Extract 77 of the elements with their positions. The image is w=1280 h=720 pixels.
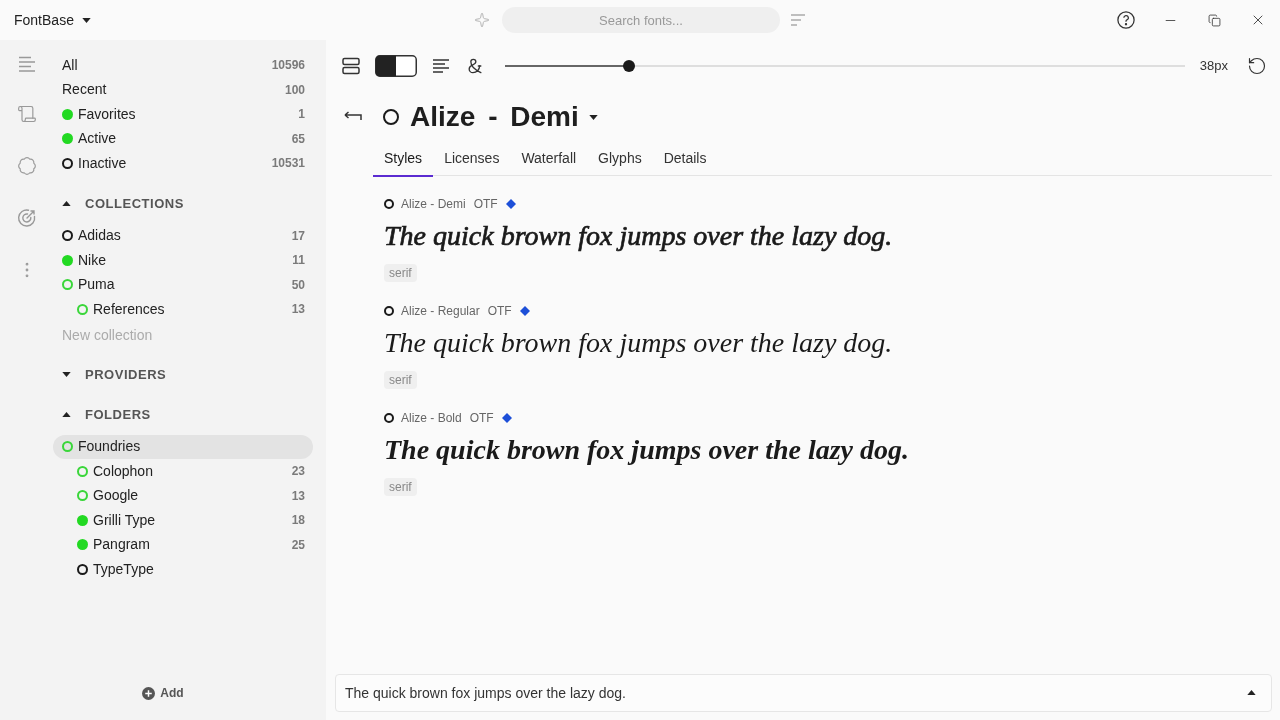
style-name: Alize - Demi bbox=[401, 196, 466, 213]
caret-down-icon[interactable] bbox=[62, 372, 71, 377]
item-count: 100 bbox=[284, 81, 305, 99]
caret-down-icon[interactable] bbox=[588, 114, 598, 120]
item-count: 13 bbox=[291, 301, 305, 319]
format-label: OTF bbox=[473, 196, 498, 213]
style-name: Alize - Regular bbox=[401, 303, 480, 320]
sidebar-item[interactable]: Puma 50 bbox=[53, 272, 313, 297]
target-icon[interactable] bbox=[16, 208, 37, 228]
add-button[interactable]: Add bbox=[142, 684, 184, 702]
font-size-slider[interactable] bbox=[505, 60, 1185, 72]
item-count: 11 bbox=[292, 252, 305, 270]
item-count: 13 bbox=[291, 487, 305, 505]
section-header[interactable]: COLLECTIONS bbox=[53, 191, 313, 216]
restore-icon[interactable] bbox=[1207, 13, 1221, 27]
category-tag: serif bbox=[384, 478, 417, 496]
scroll-icon[interactable] bbox=[16, 104, 37, 124]
diamond-icon bbox=[505, 199, 516, 209]
category-tag: serif bbox=[384, 264, 417, 282]
item-count: 10531 bbox=[271, 155, 305, 173]
sidebar-item[interactable]: TypeType bbox=[53, 557, 313, 582]
caret-up-icon[interactable] bbox=[62, 412, 71, 417]
reset-icon[interactable] bbox=[1247, 56, 1267, 76]
half-filled-toggle-icon[interactable] bbox=[375, 55, 417, 77]
tab[interactable]: Licenses bbox=[433, 142, 511, 177]
slider-thumb[interactable] bbox=[623, 60, 636, 72]
sidebar-item[interactable]: Recent 100 bbox=[53, 77, 313, 102]
tab[interactable]: Details bbox=[652, 142, 718, 177]
caret-up-icon[interactable] bbox=[1247, 690, 1256, 695]
size-reading: 38px bbox=[1199, 57, 1228, 76]
sidebar-item[interactable]: Colophon 23 bbox=[53, 459, 313, 484]
sidebar-item[interactable]: Google 13 bbox=[53, 483, 313, 508]
preview-text-field[interactable]: The quick brown fox jumps over the lazy dog. bbox=[335, 674, 1272, 712]
sidebar-item[interactable]: Foundries bbox=[53, 434, 313, 459]
item-count: 18 bbox=[291, 512, 305, 530]
sidebar-item[interactable]: Active 65 bbox=[53, 126, 313, 151]
diamond-icon bbox=[501, 413, 512, 423]
item-count: 10596 bbox=[271, 57, 305, 75]
font-sample: The quick brown fox jumps over the lazy dog. bbox=[384, 326, 893, 360]
sidebar-item[interactable]: Adidas 17 bbox=[53, 223, 313, 248]
font-sample: The quick brown fox jumps over the lazy dog. bbox=[384, 433, 909, 467]
sidebar-item[interactable]: Nike 11 bbox=[53, 248, 313, 273]
new-collection-field[interactable]: New collection bbox=[53, 322, 193, 347]
style-name: Alize - Bold bbox=[401, 410, 462, 427]
item-count: 65 bbox=[291, 130, 305, 148]
diamond-icon bbox=[519, 306, 530, 316]
format-label: OTF bbox=[487, 303, 512, 320]
help-icon[interactable] bbox=[1117, 11, 1135, 29]
tab[interactable]: Styles bbox=[373, 142, 434, 177]
app-menu-button[interactable]: FontBase bbox=[14, 9, 91, 31]
font-title: Alize - Demi bbox=[410, 103, 579, 131]
rows-view-icon[interactable] bbox=[341, 56, 361, 76]
sidebar-item[interactable]: References 13 bbox=[53, 297, 313, 322]
font-sample: The quick brown fox jumps over the lazy dog. bbox=[384, 219, 893, 253]
back-arrow-icon[interactable] bbox=[343, 111, 363, 123]
sidebar-item[interactable]: Pangram 25 bbox=[53, 532, 313, 557]
item-count: 17 bbox=[291, 227, 305, 245]
search-field[interactable]: Search fonts... bbox=[502, 7, 780, 33]
sidebar-item[interactable]: Favorites 1 bbox=[53, 102, 313, 127]
section-header[interactable]: FOLDERS bbox=[53, 402, 313, 427]
item-count: 23 bbox=[291, 463, 305, 481]
item-count: 1 bbox=[298, 106, 305, 124]
caret-up-icon[interactable] bbox=[62, 201, 71, 206]
sidebar-item[interactable]: All 10596 bbox=[53, 53, 313, 78]
tab[interactable]: Waterfall bbox=[510, 142, 588, 177]
caret-down-icon[interactable] bbox=[81, 17, 91, 23]
sidebar-item[interactable]: Inactive 10531 bbox=[53, 151, 313, 176]
sidebar-item[interactable]: Grilli Type 18 bbox=[53, 508, 313, 533]
item-count: 50 bbox=[291, 276, 305, 294]
plus-circle-icon bbox=[142, 686, 156, 700]
list-icon[interactable] bbox=[17, 56, 36, 72]
format-label: OTF bbox=[469, 410, 494, 427]
category-tag: serif bbox=[384, 371, 417, 389]
item-count: 25 bbox=[291, 536, 305, 554]
tab[interactable]: Glyphs bbox=[587, 142, 653, 177]
section-header[interactable]: PROVIDERS bbox=[53, 362, 313, 387]
align-left-icon[interactable] bbox=[431, 56, 451, 76]
